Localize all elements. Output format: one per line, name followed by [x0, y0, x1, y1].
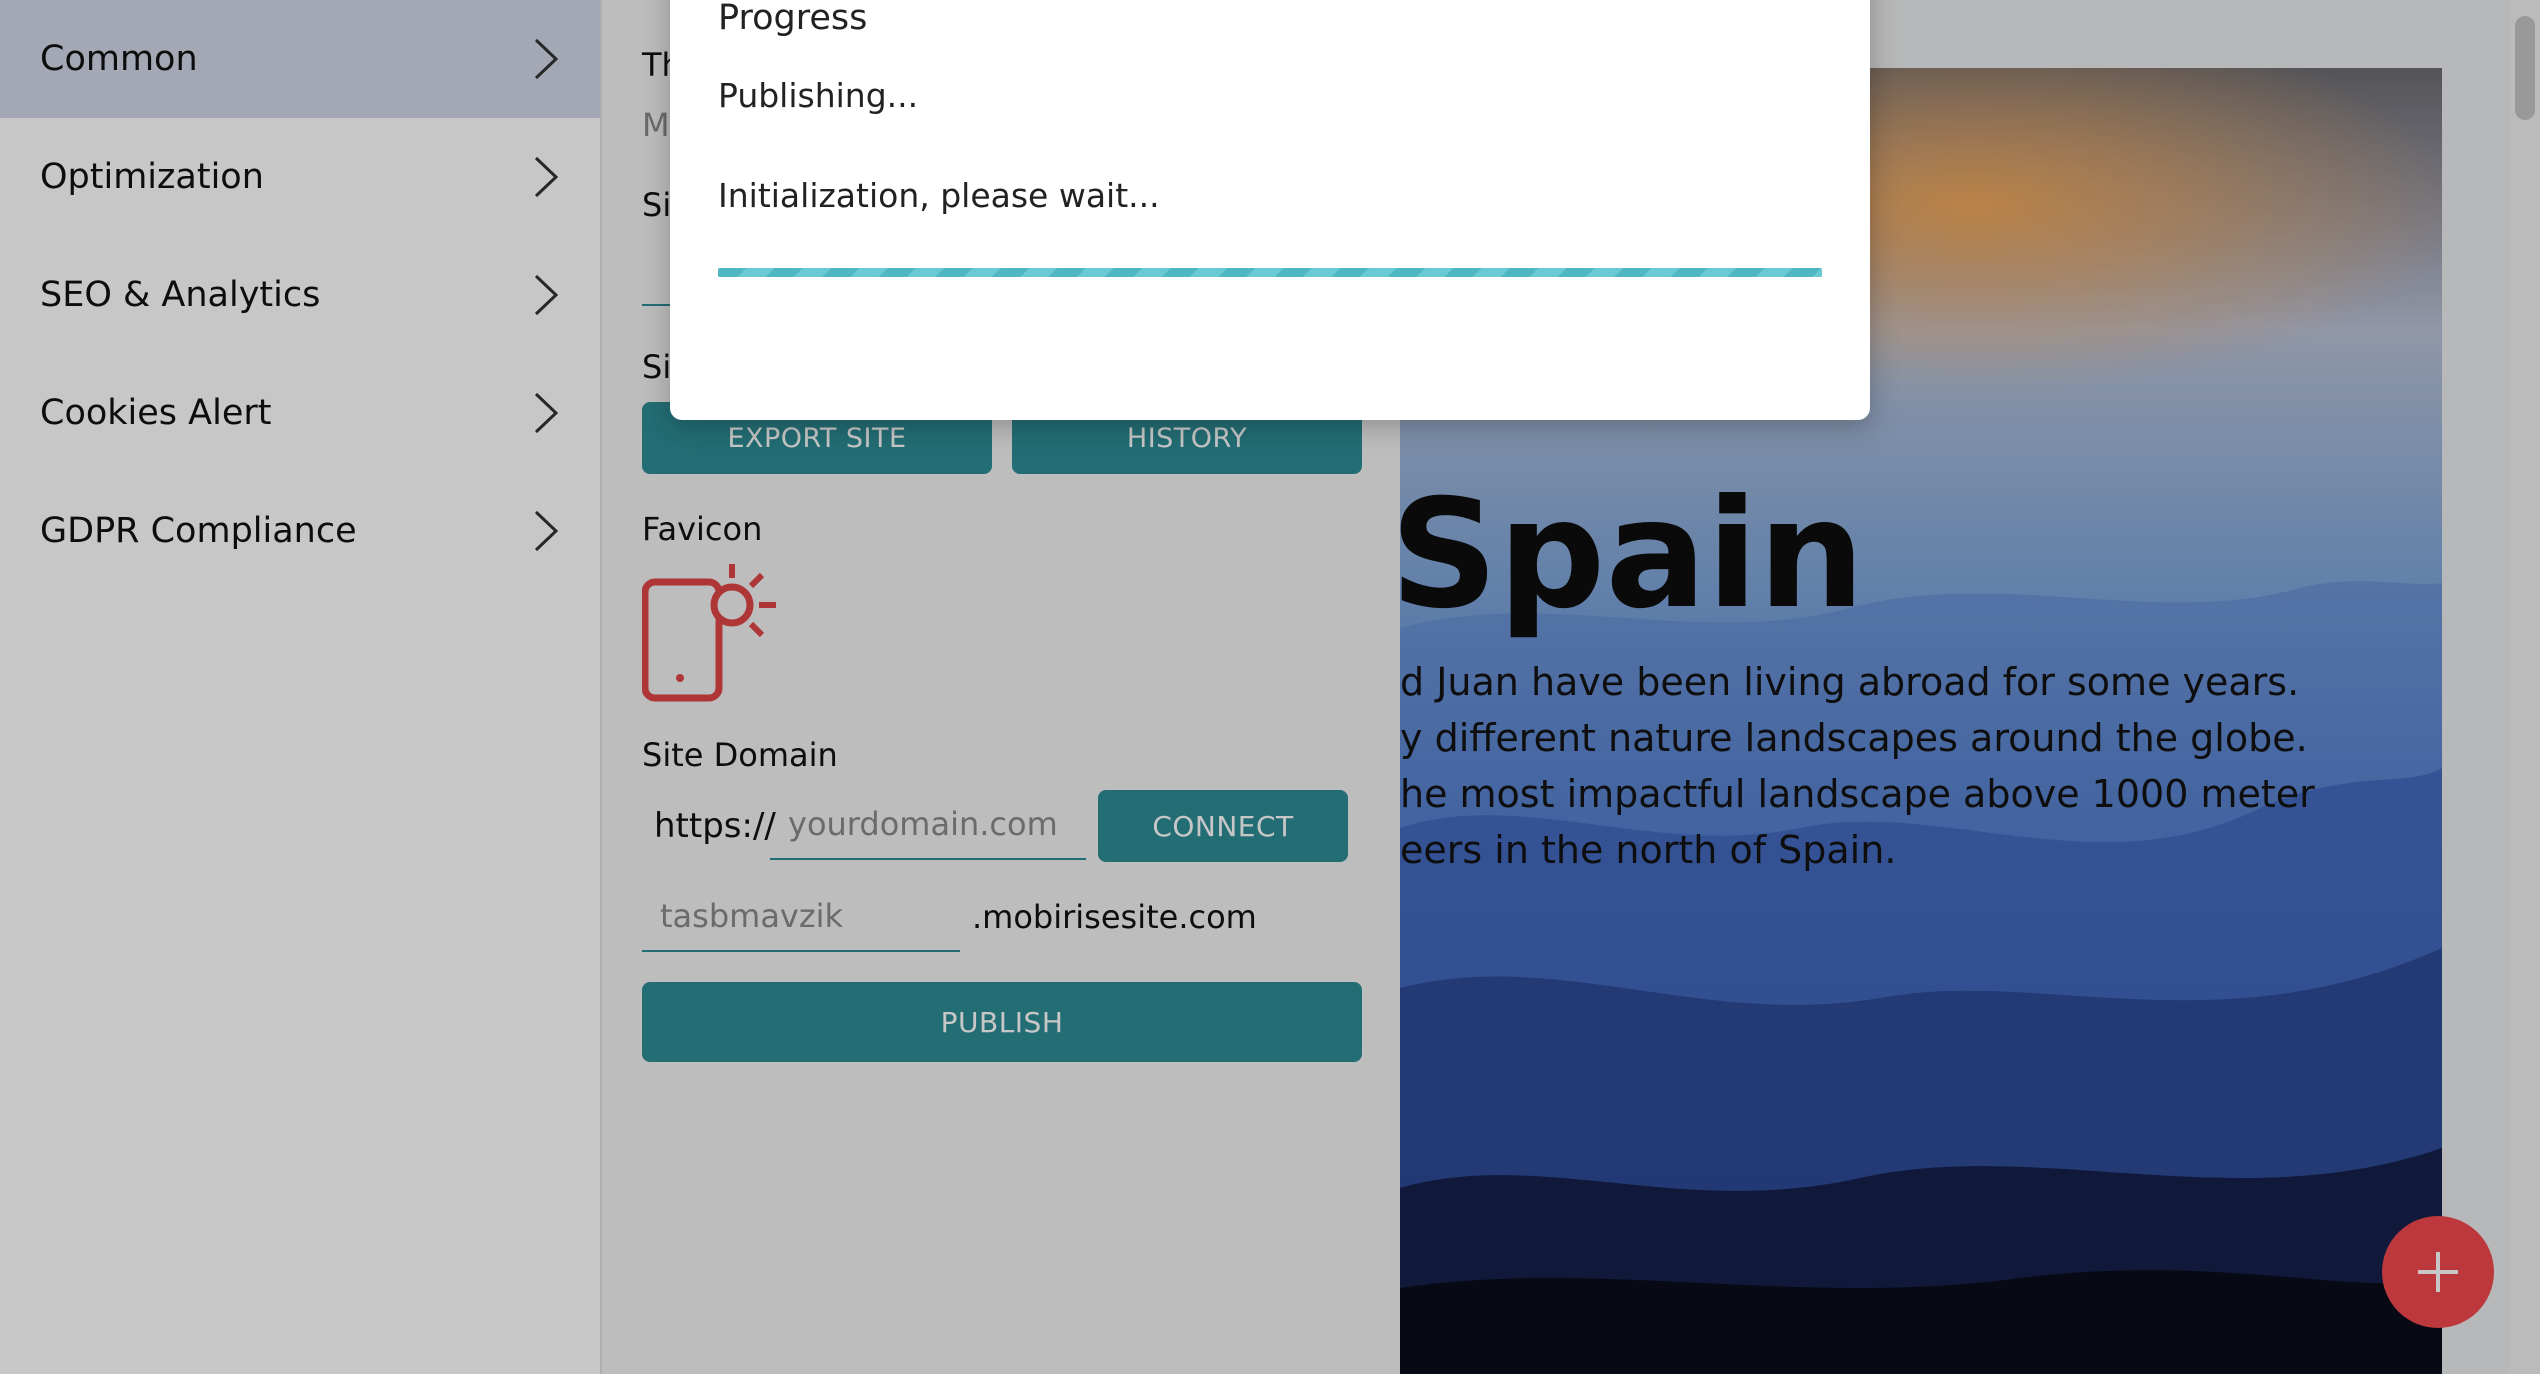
progress-dialog: Progress Publishing... Initialization, p…: [670, 0, 1870, 420]
progress-bar: [718, 268, 1822, 277]
publishing-status: Publishing...: [718, 76, 919, 115]
progress-bar-fill: [718, 268, 1822, 277]
dialog-title: Progress: [718, 0, 868, 38]
initialization-message: Initialization, please wait...: [718, 176, 1160, 215]
